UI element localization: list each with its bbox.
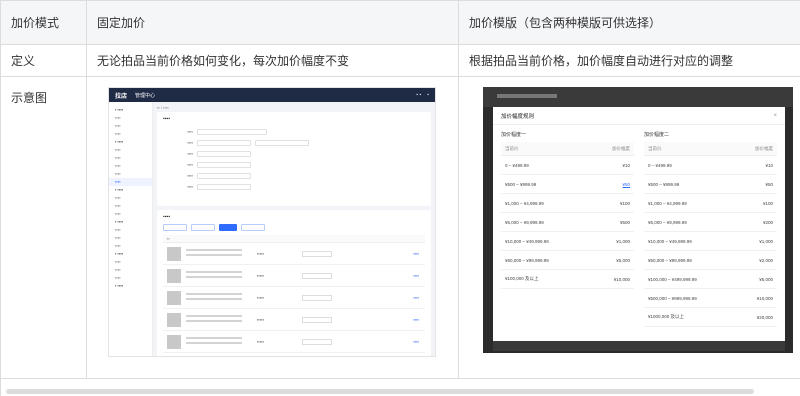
header-row: 加价模式 固定加价 加价模版（包含两种模版可供选择） — [0, 0, 800, 45]
close-icon[interactable]: × — [773, 113, 777, 119]
template-two-row: ¥1000,000 及以上 ¥20,000 — [644, 308, 777, 327]
template-two-row: ¥500 – ¥999.99 ¥50 — [644, 175, 777, 194]
template-two-row: ¥10,000 – ¥49,999.99 ¥1,000 — [644, 232, 777, 251]
admin-nav-title: 管理中心 — [135, 92, 156, 99]
definition-template: 根据拍品当前价格，加价幅度自动进行对应的调整 — [458, 44, 800, 77]
template-one: 加价幅度一 当前价 加价幅度 0 – ¥499.99 ¥10 ¥500 – ¥999… — [501, 131, 634, 327]
diagram-label: 示意图 — [0, 76, 87, 379]
template-one-title: 加价幅度一 — [501, 132, 527, 138]
horizontal-scrollbar[interactable] — [6, 389, 754, 394]
template-two-row: ¥50,000 – ¥99,999.99 ¥2,000 — [644, 251, 777, 270]
template-two-row: ¥100,000 – ¥499,999.99 ¥5,000 — [644, 270, 777, 289]
header-fixed-increment: 固定加价 — [86, 0, 459, 45]
price-template-screenshot: 加价幅度规则 × 加价幅度一 当前价 加价幅度 0 – ¥499.99 ¥10 ¥5… — [483, 87, 793, 353]
template-one-row: ¥1,000 – ¥4,999.99 ¥100 — [501, 194, 634, 213]
header-mode: 加价模式 — [0, 0, 87, 45]
template-two-title: 加价幅度二 — [644, 132, 670, 138]
admin-product-row: ▪▪▪▪▪ ▪▪▪▪ — [163, 265, 425, 287]
admin-product-row: ▪▪▪▪▪ ▪▪▪▪ — [163, 309, 425, 331]
admin-screenshot: 拉店 管理中心 ▪ ▪ ▪ ▪ ▪▪▪▪ ▪▪▪▪ ▪▪▪▪ ▪▪▪▪ ▪ ▪▪▪▪ ▪▪… — [108, 87, 436, 357]
template-two-row: ¥1,000 – ¥4,999.99 ¥100 — [644, 194, 777, 213]
definition-fixed: 无论拍品当前价格如何变化，每次加价幅度不变 — [86, 44, 459, 77]
template-two-row: ¥500,000 – ¥999,999.99 ¥10,000 — [644, 289, 777, 308]
admin-product-row: ▪▪▪▪▪ ▪▪▪▪ — [163, 243, 425, 265]
template-two-row: 0 – ¥499.99 ¥10 — [644, 156, 777, 175]
admin-topbar: 拉店 管理中心 ▪ ▪ ▪ — [109, 88, 435, 102]
admin-logo: 拉店 — [115, 93, 128, 100]
price-template-dialog: 加价幅度规则 × 加价幅度一 当前价 加价幅度 0 – ¥499.99 ¥10 ¥5… — [493, 107, 785, 343]
template-one-row: 0 – ¥499.99 ¥10 — [501, 156, 634, 175]
definition-row: 定义 无论拍品当前价格如何变化，每次加价幅度不变 根据拍品当前价格，加价幅度自动… — [0, 44, 800, 77]
template-two-row: ¥5,000 – ¥9,999.99 ¥200 — [644, 213, 777, 232]
header-increment-template: 加价模版（包含两种模版可供选择） — [458, 0, 800, 45]
template-one-row: ¥50,000 – ¥99,999.99 ¥5,000 — [501, 251, 634, 270]
template-one-row: ¥5,000 – ¥9,999.99 ¥500 — [501, 213, 634, 232]
template-one-row: ¥100,000 及以上 ¥10,000 — [501, 270, 634, 289]
admin-basic-rules-card: ▪▪▪▪ ▪▪▪▪ ▪▪▪▪ ▪▪▪▪ ▪▪▪▪ ▪▪▪▪ ▪▪▪▪ — [157, 112, 431, 206]
admin-topbar-right: ▪ ▪ ▪ — [416, 92, 429, 98]
admin-sidebar: ▪ ▪▪▪▪ ▪▪▪▪ ▪▪▪▪ ▪▪▪▪ ▪ ▪▪▪▪ ▪▪▪▪ ▪▪▪▪ ▪▪▪▪ ▪▪▪… — [109, 102, 153, 356]
definition-label: 定义 — [0, 44, 87, 77]
template-one-row: ¥500 – ¥999.99 ¥50 — [501, 175, 634, 194]
admin-breadcrumb: ▪▪ / ▪▪▪▪ — [157, 105, 169, 110]
template-one-row: ¥10,000 – ¥49,999.99 ¥1,000 — [501, 232, 634, 251]
template-two: 加价幅度二 当前价 加价幅度 0 – ¥499.99 ¥10 ¥500 – ¥999… — [644, 131, 777, 327]
dialog-title: 加价幅度规则 — [501, 113, 535, 120]
admin-product-row: ▪▪▪▪▪ ▪▪▪▪ — [163, 287, 425, 309]
admin-products-card: ▪▪▪▪ ▪▪ ▪▪▪▪▪ ▪▪▪▪ ▪▪▪▪▪ ▪▪▪▪ ▪▪▪▪▪ ▪▪▪▪ ▪▪… — [157, 210, 431, 356]
admin-product-row: ▪▪▪▪▪ ▪▪▪▪ — [163, 331, 425, 353]
